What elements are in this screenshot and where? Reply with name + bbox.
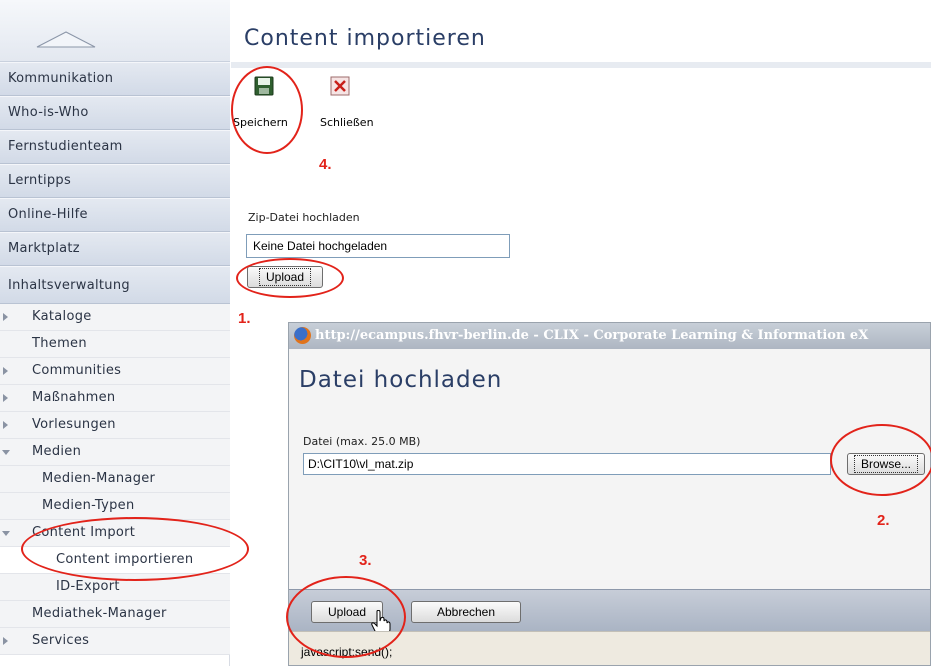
collapse-arrow-icon bbox=[2, 531, 10, 536]
dialog-heading: Datei hochladen bbox=[299, 367, 503, 393]
expand-arrow-icon bbox=[3, 421, 8, 429]
close-label[interactable]: Schließen bbox=[320, 116, 374, 129]
expand-arrow-icon bbox=[3, 637, 8, 645]
sidebar-item-fernstudienteam[interactable]: Fernstudienteam bbox=[0, 130, 230, 164]
step-4-label: 4. bbox=[319, 156, 332, 173]
annotation-ring-browse bbox=[830, 424, 931, 496]
toolbar-strip bbox=[231, 62, 931, 68]
zip-label: Zip-Datei hochladen bbox=[248, 211, 360, 224]
sidebar-sub-vorlesungen[interactable]: Vorlesungen bbox=[0, 412, 230, 439]
annotation-ring-sidebar bbox=[21, 517, 249, 581]
sidebar-sub-services[interactable]: Services bbox=[0, 628, 230, 655]
sidebar-item-who-is-who[interactable]: Who-is-Who bbox=[0, 96, 230, 130]
page-title: Content importieren bbox=[244, 26, 486, 51]
expand-arrow-icon bbox=[3, 394, 8, 402]
sidebar-item-marktplatz[interactable]: Marktplatz bbox=[0, 232, 230, 266]
sidebar-item-kommunikation[interactable]: Kommunikation bbox=[0, 62, 230, 96]
sidebar-sub-themen[interactable]: Themen bbox=[0, 331, 230, 358]
collapse-arrow-icon bbox=[2, 450, 10, 455]
step-1-label: 1. bbox=[238, 310, 251, 327]
zip-file-field[interactable]: Keine Datei hochgeladen bbox=[246, 234, 510, 258]
expand-arrow-icon bbox=[3, 367, 8, 375]
sidebar-sub-medien-typen[interactable]: Medien-Typen bbox=[0, 493, 230, 520]
sidebar-item-lerntipps[interactable]: Lerntipps bbox=[0, 164, 230, 198]
annotation-ring-upload bbox=[236, 258, 344, 298]
firefox-icon bbox=[294, 327, 311, 344]
sidebar-sub-communities[interactable]: Communities bbox=[0, 358, 230, 385]
file-label: Datei (max. 25.0 MB) bbox=[303, 435, 421, 448]
sidebar-sub-kataloge[interactable]: Kataloge bbox=[0, 304, 230, 331]
step-2-label: 2. bbox=[877, 512, 890, 529]
dialog-titlebar[interactable]: http://ecampus.fhvr-berlin.de - CLIX - C… bbox=[289, 323, 930, 349]
file-path-field[interactable]: D:\CIT10\vl_mat.zip bbox=[303, 453, 831, 475]
sidebar-item-online-hilfe[interactable]: Online-Hilfe bbox=[0, 198, 230, 232]
close-icon[interactable] bbox=[330, 76, 350, 96]
cancel-button[interactable]: Abbrechen bbox=[411, 601, 521, 623]
step-3-label: 3. bbox=[359, 552, 372, 569]
sidebar-sub-mediathek-manager[interactable]: Mediathek-Manager bbox=[0, 601, 230, 628]
annotation-ring-dialog-upload bbox=[286, 576, 406, 658]
sidebar-sub-medien[interactable]: Medien bbox=[0, 439, 230, 466]
expand-arrow-icon bbox=[3, 313, 8, 321]
sidebar-sub-massnahmen[interactable]: Maßnahmen bbox=[0, 385, 230, 412]
logo-triangle-icon bbox=[36, 31, 96, 48]
annotation-ring-save bbox=[231, 66, 303, 154]
sidebar-sub-medien-manager[interactable]: Medien-Manager bbox=[0, 466, 230, 493]
sidebar-item-inhaltsverwaltung[interactable]: Inhaltsverwaltung bbox=[0, 266, 230, 304]
sidebar-logo bbox=[0, 0, 230, 62]
